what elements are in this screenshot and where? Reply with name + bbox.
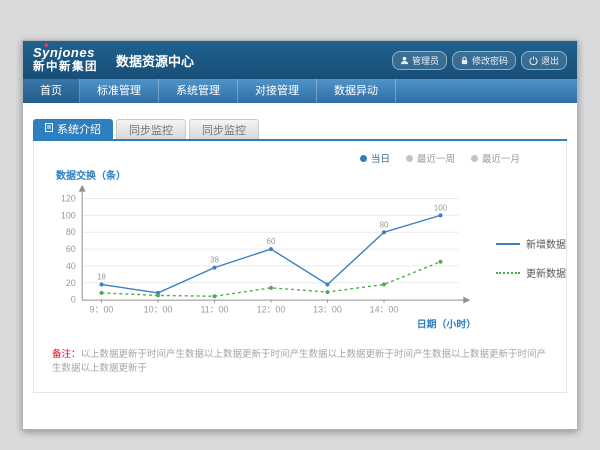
filter-label: 最近一周	[417, 151, 455, 165]
logo: Synjones ✦ 新中新集团	[33, 46, 98, 74]
svg-text:40: 40	[66, 261, 76, 271]
filter-label: 当日	[371, 151, 390, 165]
legend-new-data[interactable]: 新增数据	[496, 236, 566, 251]
logo-company: 新中新集团	[33, 61, 98, 74]
footnote-text: 以上数据更新于时间产生数据以上数据更新于时间产生数据以上数据更新于时间产生数据以…	[52, 349, 546, 374]
svg-text:0: 0	[71, 295, 76, 305]
tab-label: 系统介绍	[57, 121, 101, 137]
time-filter-legend: 当日 最近一周 最近一月	[34, 141, 566, 165]
tab-sync-monitor-1[interactable]: 同步监控	[116, 119, 186, 139]
change-password-button[interactable]: 修改密码	[452, 51, 516, 70]
svg-text:日期（小时）: 日期（小时）	[417, 317, 476, 330]
solid-line-icon	[496, 243, 520, 245]
svg-text:60: 60	[267, 237, 276, 246]
footnote-prefix: 备注：	[52, 349, 81, 360]
svg-text:13：00: 13：00	[313, 305, 342, 315]
nav-item-system-mgmt[interactable]: 系统管理	[159, 79, 238, 103]
series-legend: 新增数据 更新数据	[496, 236, 566, 280]
chart-panel: 当日 最近一周 最近一月 数据交换（条） 0 20 40 60 80 100 120 9：00…	[33, 141, 567, 393]
admin-button-label: 管理员	[412, 54, 439, 67]
legend-updated-data[interactable]: 更新数据	[496, 265, 566, 280]
filter-label: 最近一月	[482, 151, 520, 165]
change-password-button-label: 修改密码	[472, 54, 508, 67]
svg-text:100: 100	[434, 203, 448, 212]
lock-icon	[460, 56, 469, 65]
logo-name: Synjones ✦	[33, 46, 98, 61]
nav-item-home[interactable]: 首页	[23, 79, 80, 103]
tab-bar: 系统介绍 同步监控 同步监控	[33, 119, 567, 141]
svg-text:18: 18	[97, 273, 106, 282]
filter-last-month[interactable]: 最近一月	[471, 151, 520, 165]
user-actions: 管理员 修改密码 退出	[392, 51, 567, 70]
svg-text:80: 80	[380, 220, 389, 229]
svg-text:20: 20	[66, 278, 76, 288]
svg-text:120: 120	[61, 194, 76, 204]
user-icon	[400, 56, 409, 65]
app-window: Synjones ✦ 新中新集团 数据资源中心 管理员 修改密码	[22, 40, 578, 430]
svg-text:38: 38	[210, 256, 219, 265]
dot-icon	[360, 155, 367, 162]
document-icon	[45, 123, 53, 135]
tab-label: 同步监控	[202, 122, 246, 138]
footnote: 备注：以上数据更新于时间产生数据以上数据更新于时间产生数据以上数据更新于时间产生…	[52, 348, 548, 376]
logout-button[interactable]: 退出	[521, 51, 567, 70]
dot-icon	[406, 155, 413, 162]
nav-item-data-change[interactable]: 数据异动	[317, 79, 396, 103]
dashed-line-icon	[496, 272, 520, 274]
svg-text:9：00: 9：00	[90, 305, 114, 315]
svg-text:60: 60	[66, 244, 76, 254]
svg-text:14：00: 14：00	[370, 305, 399, 315]
top-header: Synjones ✦ 新中新集团 数据资源中心 管理员 修改密码	[23, 41, 577, 79]
tab-system-intro[interactable]: 系统介绍	[33, 119, 113, 139]
filter-today[interactable]: 当日	[360, 151, 390, 165]
dot-icon	[471, 155, 478, 162]
page-title: 数据资源中心	[116, 51, 194, 70]
main-nav: 首页 标准管理 系统管理 对接管理 数据异动	[23, 79, 577, 103]
power-icon	[529, 56, 538, 65]
nav-item-integration-mgmt[interactable]: 对接管理	[238, 79, 317, 103]
svg-text:100: 100	[61, 210, 76, 220]
svg-text:11：00: 11：00	[200, 305, 228, 315]
y-axis-title: 数据交换（条）	[56, 167, 566, 182]
tab-sync-monitor-2[interactable]: 同步监控	[189, 119, 259, 139]
svg-text:80: 80	[66, 227, 76, 237]
spark-icon: ✦	[43, 41, 50, 50]
nav-item-standard-mgmt[interactable]: 标准管理	[80, 79, 159, 103]
svg-text:10：00: 10：00	[144, 305, 173, 315]
chart-row: 0 20 40 60 80 100 120 9：00 10：00 11：00 12：00 13：00 1…	[34, 182, 566, 334]
admin-button[interactable]: 管理员	[392, 51, 447, 70]
legend-label: 新增数据	[526, 236, 566, 251]
legend-label: 更新数据	[526, 265, 566, 280]
filter-last-week[interactable]: 最近一周	[406, 151, 455, 165]
content-area: 系统介绍 同步监控 同步监控 当日 最近一周	[23, 119, 577, 393]
tab-label: 同步监控	[129, 122, 173, 138]
svg-text:12：00: 12：00	[257, 305, 286, 315]
logout-button-label: 退出	[541, 54, 559, 67]
exchange-line-chart: 0 20 40 60 80 100 120 9：00 10：00 11：00 12：00 13：00 1…	[46, 182, 494, 334]
